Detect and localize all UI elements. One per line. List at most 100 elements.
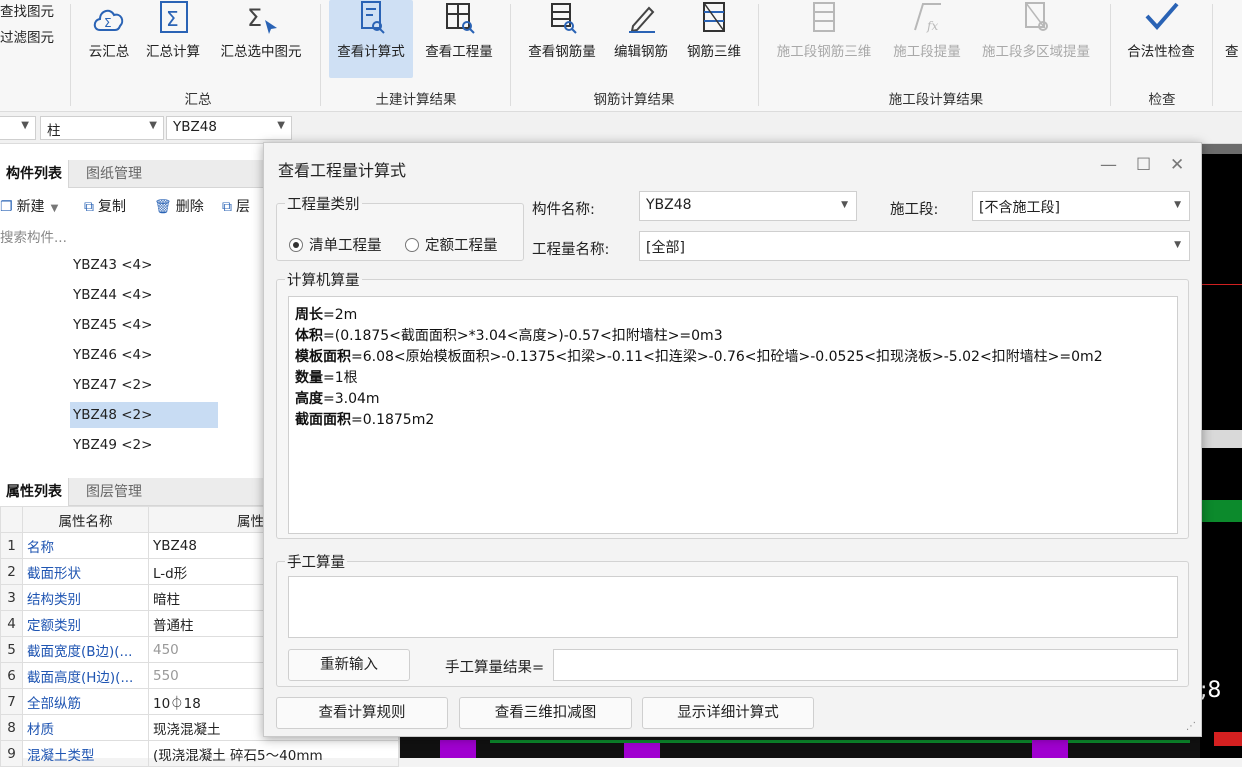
quantity-name-value: [全部] bbox=[646, 240, 685, 256]
drawing-canvas[interactable]: ;8 bbox=[1200, 144, 1242, 758]
cloud-sum-button[interactable]: Σ 云汇总 bbox=[80, 0, 138, 78]
property-name: 材质 bbox=[22, 714, 149, 741]
sigma-pointer-icon: Σ bbox=[247, 4, 277, 34]
view-rebar-qty-button[interactable]: 查看钢筋量 bbox=[520, 0, 604, 78]
list-item[interactable]: YBZ44 <4> bbox=[70, 282, 218, 308]
rebar-qty-icon bbox=[551, 3, 577, 34]
find-elements-button[interactable]: 查找图元 bbox=[0, 0, 54, 20]
quantity-grid-icon bbox=[446, 3, 475, 34]
radio-quota-quantity[interactable]: 定额工程量 bbox=[405, 234, 498, 255]
tab-drawing-mgmt[interactable]: 图纸管理 bbox=[80, 160, 148, 188]
chevron-down-icon: ▼ bbox=[841, 200, 848, 210]
svg-text:fx: fx bbox=[926, 19, 938, 33]
seg-rebar-3d-button[interactable]: 施工段钢筋三维 bbox=[768, 0, 880, 78]
tab-property-list[interactable]: 属性列表 bbox=[0, 478, 69, 506]
copy-button[interactable]: ⧉ 复制 bbox=[84, 196, 126, 216]
canvas-strip bbox=[1200, 144, 1242, 154]
calc-line: 周长=2m bbox=[295, 307, 358, 323]
list-item[interactable]: YBZ43 <4> bbox=[70, 252, 218, 278]
manual-calc-textbox[interactable] bbox=[288, 576, 1178, 638]
rebar-3d-button[interactable]: 钢筋三维 bbox=[680, 0, 748, 78]
sum-selected-button[interactable]: Σ 汇总选中图元 bbox=[212, 0, 310, 78]
canvas-purple-block bbox=[1032, 740, 1068, 758]
delete-label: 删除 bbox=[175, 199, 204, 215]
row-index: 3 bbox=[0, 584, 23, 611]
component-combo[interactable]: YBZ48 ▼ bbox=[166, 116, 292, 140]
canvas-text: ;8 bbox=[1200, 678, 1222, 703]
group-civil-label: 土建计算结果 bbox=[375, 92, 457, 108]
row-index: 5 bbox=[0, 636, 23, 663]
view-quantity-button[interactable]: 查看工程量 bbox=[417, 0, 501, 78]
canvas-red-block bbox=[1214, 732, 1242, 746]
row-index: 7 bbox=[0, 688, 23, 715]
view-calc-rules-button[interactable]: 查看计算规则 bbox=[276, 697, 448, 729]
minimize-icon[interactable]: — bbox=[1100, 155, 1117, 175]
property-name: 名称 bbox=[22, 532, 149, 559]
list-item[interactable]: YBZ47 <2> bbox=[70, 372, 218, 398]
chevron-down-icon: ▼ bbox=[1174, 200, 1181, 210]
segment-select[interactable]: [不含施工段] ▼ bbox=[972, 191, 1190, 221]
layer-combo[interactable]: ▼ bbox=[0, 116, 36, 140]
list-item[interactable]: YBZ45 <4> bbox=[70, 312, 218, 338]
component-name-select[interactable]: YBZ48 ▼ bbox=[639, 191, 857, 221]
canvas-green-band bbox=[1200, 500, 1242, 522]
list-item[interactable]: YBZ49 <2> bbox=[70, 432, 218, 458]
new-button[interactable]: ❐ 新建 ▼ bbox=[0, 196, 58, 216]
component-name-label: 构件名称: bbox=[532, 202, 595, 218]
delete-button[interactable]: 🗑 删除 bbox=[154, 196, 204, 216]
list-item[interactable]: YBZ46 <4> bbox=[70, 342, 218, 368]
tab-component-list[interactable]: 构件列表 bbox=[0, 160, 69, 188]
property-name: 截面形状 bbox=[22, 558, 149, 585]
segment-label: 施工段: bbox=[890, 202, 939, 218]
legality-check-label: 合法性检查 bbox=[1127, 44, 1195, 60]
close-icon[interactable]: ✕ bbox=[1170, 155, 1184, 175]
filter-bar: ▼ 柱 ▼ YBZ48 ▼ bbox=[0, 112, 1242, 144]
seg-extract-icon: fx bbox=[914, 3, 941, 33]
list-item-selected[interactable]: YBZ48 <2> bbox=[70, 402, 218, 428]
resize-grip-icon[interactable]: ⋰ bbox=[1186, 721, 1196, 732]
manual-calc-group: 手工算量 重新输入 手工算量结果= bbox=[276, 551, 1189, 687]
radio-quota-label: 定额工程量 bbox=[425, 238, 498, 254]
filter-elements-button[interactable]: 过滤图元 bbox=[0, 26, 54, 46]
group-segment-label: 施工段计算结果 bbox=[888, 92, 984, 108]
computer-calc-textbox[interactable]: 周长=2m 体积=(0.1875<截面面积>*3.04<高度>)-0.57<扣附… bbox=[288, 296, 1178, 534]
canvas-purple-block bbox=[440, 740, 476, 758]
calc-line: 模板面积=6.08<原始模板面积>-0.1375<扣梁>-0.11<扣连梁>-0… bbox=[295, 349, 1103, 365]
legality-check-button[interactable]: 合法性检查 bbox=[1118, 0, 1204, 78]
canvas-grey-band bbox=[1200, 430, 1242, 448]
row-index: 8 bbox=[0, 714, 23, 741]
quantity-name-select[interactable]: [全部] ▼ bbox=[639, 231, 1190, 261]
type-combo[interactable]: 柱 ▼ bbox=[40, 116, 164, 140]
computer-calc-legend: 计算机算量 bbox=[287, 273, 360, 289]
edit-rebar-label: 编辑钢筋 bbox=[614, 44, 668, 60]
view-quantity-label: 查看工程量 bbox=[425, 44, 493, 60]
layer-button[interactable]: ⧉ 层 bbox=[222, 196, 250, 216]
calc-line: 截面面积=0.1875m2 bbox=[295, 412, 435, 428]
quantity-type-group: 工程量类别 清单工程量 定额工程量 bbox=[276, 193, 524, 261]
seg-extract-button[interactable]: fx 施工段提量 bbox=[884, 0, 970, 78]
radio-checked-icon bbox=[289, 238, 303, 252]
manual-calc-legend: 手工算量 bbox=[287, 555, 345, 571]
seg-multi-extract-button[interactable]: 施工段多区域提量 bbox=[974, 0, 1098, 78]
group-check-label: 检查 bbox=[1148, 92, 1176, 108]
view-3d-deduct-button[interactable]: 查看三维扣减图 bbox=[459, 697, 632, 729]
tab-layer-mgmt[interactable]: 图层管理 bbox=[80, 478, 148, 506]
radio-bill-quantity[interactable]: 清单工程量 bbox=[289, 234, 382, 255]
more-button[interactable]: 查 bbox=[1218, 0, 1242, 78]
property-value[interactable]: (现浇混凝土 碎石5～40mm bbox=[148, 740, 399, 767]
reinput-button[interactable]: 重新输入 bbox=[288, 649, 410, 681]
layer-copy-icon: ⧉ bbox=[222, 199, 232, 215]
table-row[interactable]: 9 混凝土类型 (现浇混凝土 碎石5～40mm bbox=[0, 740, 399, 767]
svg-text:Σ: Σ bbox=[166, 7, 179, 31]
view-formula-button[interactable]: 查看计算式 bbox=[329, 0, 413, 78]
edit-rebar-button[interactable]: 编辑钢筋 bbox=[608, 0, 674, 78]
quantity-name-label: 工程量名称: bbox=[532, 242, 610, 258]
copy-icon: ⧉ bbox=[84, 199, 94, 215]
new-label: 新建 bbox=[16, 199, 45, 215]
search-input[interactable]: 搜索构件... bbox=[0, 226, 67, 246]
show-detail-formula-button[interactable]: 显示详细计算式 bbox=[642, 697, 814, 729]
sum-calc-button[interactable]: Σ 汇总计算 bbox=[140, 0, 206, 78]
maximize-icon[interactable]: ☐ bbox=[1136, 155, 1151, 175]
chevron-down-icon: ▼ bbox=[149, 120, 157, 131]
manual-result-input[interactable] bbox=[553, 649, 1178, 681]
